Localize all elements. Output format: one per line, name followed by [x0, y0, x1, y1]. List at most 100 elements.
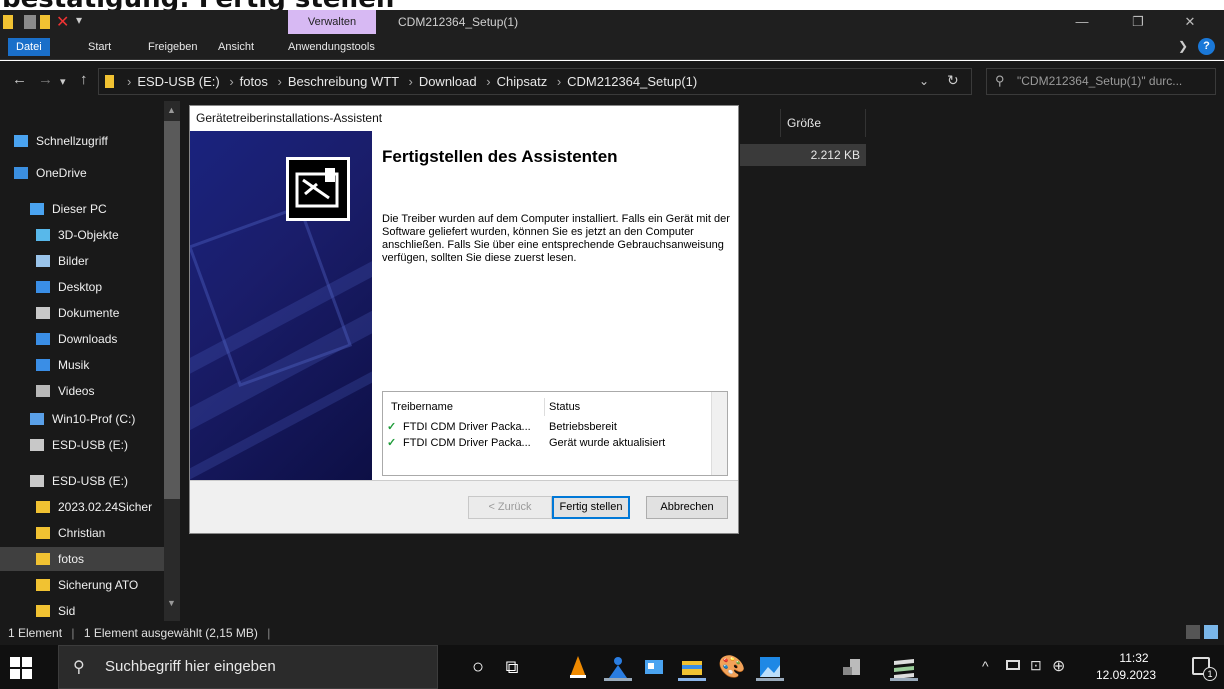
crumb-beschreibung-wtt[interactable]: Beschreibung WTT [288, 74, 399, 89]
sidebar-item-label: Dokumente [58, 306, 120, 320]
network-icon[interactable]: ⊡ [1030, 657, 1042, 674]
ribbon-expand-chevron-icon[interactable]: ❯ [1178, 39, 1188, 53]
column-header-status[interactable]: Status [549, 398, 580, 416]
clock-time[interactable]: 11:32 [1106, 651, 1162, 665]
dialog-divider [190, 480, 738, 481]
sidebar-item[interactable]: Christian [0, 521, 164, 545]
tab-freigeben[interactable]: Freigeben [140, 38, 206, 56]
back-button[interactable]: < Zurück [468, 496, 552, 519]
sidebar-item[interactable]: Dokumente [0, 301, 164, 325]
tab-datei[interactable]: Datei [8, 38, 50, 56]
contextual-tab-verwalten[interactable]: Verwalten [288, 10, 376, 34]
app-person-icon[interactable] [604, 653, 632, 681]
driver-status: Betriebsbereit [549, 421, 617, 433]
crumb-chipsatz[interactable]: Chipsatz [497, 74, 548, 89]
cancel-button[interactable]: Abbrechen [646, 496, 728, 519]
quick-access-customize-icon[interactable]: ▾ [76, 13, 82, 27]
finish-button[interactable]: Fertig stellen [552, 496, 630, 519]
sidebar-item[interactable]: Desktop [0, 275, 164, 299]
folder-icon [36, 501, 50, 513]
crumb-current-folder[interactable]: CDM212364_Setup(1) [567, 74, 697, 89]
sidebar-item[interactable]: OneDrive [0, 161, 164, 185]
file-explorer-icon[interactable] [678, 653, 706, 681]
minimize-button[interactable]: — [1062, 10, 1102, 34]
windows-start-icon[interactable] [10, 657, 32, 679]
battery-icon[interactable] [1006, 660, 1020, 670]
sidebar-item[interactable]: Schnellzugriff [0, 129, 164, 153]
sidebar-item[interactable]: 2023.02.24Sicher [0, 495, 164, 519]
paint-palette-icon[interactable]: 🎨 [718, 653, 746, 681]
device-manager-icon[interactable] [838, 653, 866, 681]
taskbar-search-input[interactable]: ⚲ Suchbegriff hier eingeben [58, 645, 438, 689]
folder-icon [36, 579, 50, 591]
desktop-icon [36, 281, 50, 293]
star-icon [14, 135, 28, 147]
sidebar-item[interactable]: fotos [0, 547, 164, 571]
help-icon[interactable]: ? [1198, 38, 1215, 55]
photos-icon[interactable] [756, 653, 784, 681]
clock-date[interactable]: 12.09.2023 [1090, 668, 1162, 682]
globe-icon[interactable]: ⊕ [1052, 656, 1065, 676]
sidebar-item-label: Win10-Prof (C:) [52, 412, 136, 426]
hardware-wizard-icon [286, 157, 350, 221]
driver-installer-icon[interactable] [890, 653, 918, 681]
sidebar-item[interactable]: Dieser PC [0, 197, 164, 221]
quick-access-new-folder-icon[interactable] [40, 15, 50, 29]
vlc-icon[interactable] [564, 653, 592, 681]
list-item[interactable]: ✓ FTDI CDM Driver Packa... Gerät wurde a… [387, 435, 707, 451]
up-arrow-icon[interactable]: ↑ [80, 71, 88, 88]
tab-start[interactable]: Start [80, 38, 119, 56]
quick-access-properties-icon[interactable] [24, 15, 36, 29]
sidebar-item[interactable]: Sid [0, 599, 164, 621]
sidebar-item[interactable]: Videos [0, 379, 164, 403]
refresh-icon[interactable]: ↻ [947, 72, 959, 89]
sidebar-item[interactable]: Musik [0, 353, 164, 377]
sidebar-item[interactable]: Sicherung ATO [0, 573, 164, 597]
close-button[interactable]: ✕ [1170, 10, 1210, 34]
sidebar-item-label: Bilder [58, 254, 89, 268]
list-item[interactable]: ✓ FTDI CDM Driver Packa... Betriebsberei… [387, 419, 707, 435]
sidebar-item[interactable]: 3D-Objekte [0, 223, 164, 247]
navigation-pane: Schnellzugriff OneDrive Dieser PC 3D-Objekt… [0, 101, 180, 621]
back-arrow-icon[interactable]: ← [12, 71, 27, 88]
crumb-download[interactable]: Download [419, 74, 477, 89]
cortana-icon[interactable]: ○ [464, 653, 492, 681]
sidebar-item[interactable]: Bilder [0, 249, 164, 273]
column-header-driver-name[interactable]: Treibername [391, 398, 545, 416]
wizard-banner [190, 131, 372, 480]
sidebar-item-label: fotos [58, 552, 85, 566]
search-input[interactable]: ⚲ "CDM212364_Setup(1)" durc... [986, 68, 1216, 95]
sidebar-item-label: Christian [58, 526, 106, 540]
driver-status: Gerät wurde aktualisiert [549, 437, 666, 449]
scroll-down-icon[interactable]: ▼ [167, 598, 176, 608]
large-icons-view-icon[interactable] [1204, 625, 1218, 639]
sidebar-item[interactable]: Downloads [0, 327, 164, 351]
task-view-icon[interactable]: ⧉ [498, 653, 526, 681]
forward-arrow-icon[interactable]: → [38, 71, 53, 88]
details-view-icon[interactable] [1186, 625, 1200, 639]
recent-locations-chevron-icon[interactable]: ▾ [60, 75, 66, 88]
scroll-up-icon[interactable]: ▲ [167, 105, 176, 115]
breadcrumb: › ESD-USB (E:) › fotos › Beschreibung WTT ›… [127, 74, 698, 89]
sidebar-item-label: Sid [58, 604, 76, 618]
tray-overflow-chevron-icon[interactable]: ^ [982, 658, 989, 674]
crumb-fotos[interactable]: fotos [240, 74, 268, 89]
tab-ansicht[interactable]: Ansicht [210, 38, 262, 56]
path-box[interactable]: › ESD-USB (E:) › fotos › Beschreibung WTT ›… [98, 68, 972, 95]
quick-access-folder-icon[interactable] [3, 15, 13, 29]
address-bar: ← → ▾ ↑ › ESD-USB (E:) › fotos › Beschreibu… [0, 61, 1224, 101]
driver-list-scrollbar[interactable] [711, 392, 727, 475]
sidebar-item[interactable]: Win10-Prof (C:) [0, 407, 164, 431]
sidebar-item[interactable]: ESD-USB (E:) [0, 433, 164, 457]
contacts-card-icon[interactable] [640, 653, 668, 681]
tab-anwendungstools[interactable]: Anwendungstools [280, 38, 383, 56]
maximize-button[interactable]: ❐ [1118, 10, 1158, 34]
sidebar-scrollbar-thumb[interactable] [164, 121, 180, 499]
quick-access-delete-icon[interactable]: ✕ [56, 12, 69, 31]
checkmark-icon: ✓ [387, 421, 397, 433]
path-history-chevron-icon[interactable]: ⌄ [919, 74, 929, 88]
crumb-esd-usb[interactable]: ESD-USB (E:) [137, 74, 219, 89]
sidebar-item[interactable]: ESD-USB (E:) [0, 469, 164, 493]
dialog-message: Die Treiber wurden auf dem Computer inst… [382, 213, 730, 264]
column-header-size[interactable]: Größe [780, 109, 866, 137]
